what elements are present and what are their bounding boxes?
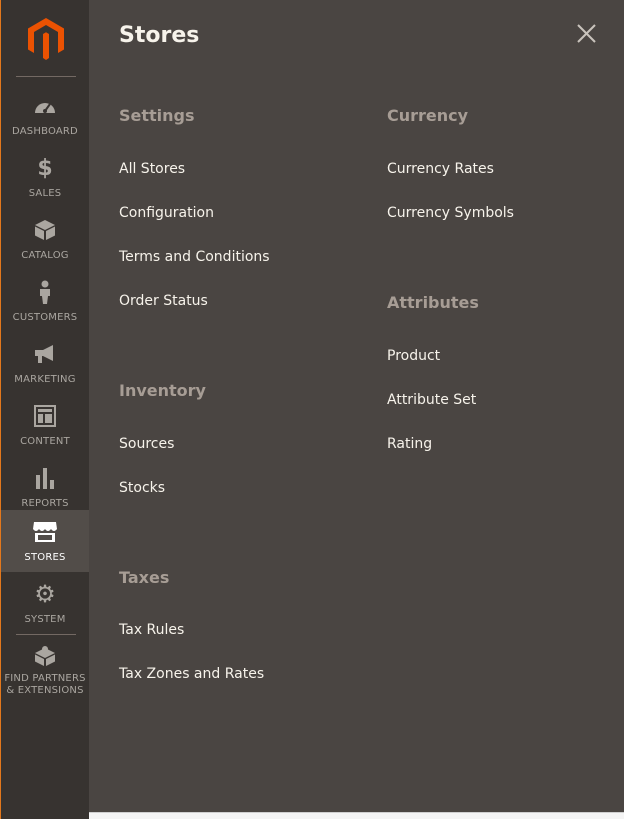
link-attribute-set[interactable]: Attribute Set: [387, 391, 476, 409]
person-icon: [1, 280, 89, 304]
megaphone-icon: [1, 342, 89, 366]
nav-item-system[interactable]: ⚙ SYSTEM: [1, 572, 89, 634]
section-title-settings: Settings: [119, 106, 195, 125]
nav-item-marketing[interactable]: MARKETING: [1, 332, 89, 394]
panel-title: Stores: [119, 23, 200, 48]
stores-menu-panel: Stores Settings All Stores Configuration…: [89, 0, 624, 812]
nav-item-content[interactable]: CONTENT: [1, 394, 89, 456]
nav-label-find-partners-line2: & EXTENSIONS: [6, 685, 84, 696]
section-title-attributes: Attributes: [387, 293, 479, 312]
link-tax-zones-and-rates[interactable]: Tax Zones and Rates: [119, 665, 264, 683]
nav-item-customers[interactable]: CUSTOMERS: [1, 270, 89, 332]
nav-label-find-partners: FIND PARTNERS & EXTENSIONS: [1, 673, 89, 697]
nav-label-stores: STORES: [24, 552, 66, 563]
box-icon: [1, 218, 89, 242]
admin-sidebar: DASHBOARD $ SALES CATALOG CUSTOMERS MARK…: [0, 0, 89, 819]
bar-chart-icon: [1, 466, 89, 490]
nav-item-find-partners[interactable]: FIND PARTNERS & EXTENSIONS: [1, 636, 89, 698]
close-button[interactable]: [575, 22, 599, 46]
dollar-icon: $: [37, 155, 53, 181]
nav-item-sales[interactable]: $ SALES: [1, 146, 89, 208]
link-terms-and-conditions[interactable]: Terms and Conditions: [119, 248, 270, 266]
link-stocks[interactable]: Stocks: [119, 479, 165, 497]
section-title-inventory: Inventory: [119, 381, 206, 400]
link-sources[interactable]: Sources: [119, 435, 174, 453]
puzzle-cube-icon: [1, 644, 89, 668]
nav-label-marketing: MARKETING: [14, 374, 76, 385]
link-rating[interactable]: Rating: [387, 435, 432, 453]
storefront-icon: [1, 520, 89, 544]
nav-item-stores[interactable]: STORES: [1, 510, 89, 572]
layout-icon: [1, 404, 89, 428]
nav-item-reports[interactable]: REPORTS: [1, 456, 89, 518]
section-title-currency: Currency: [387, 106, 469, 125]
nav-label-reports: REPORTS: [21, 498, 69, 509]
link-currency-symbols[interactable]: Currency Symbols: [387, 204, 514, 222]
sidebar-divider: [16, 634, 76, 635]
link-currency-rates[interactable]: Currency Rates: [387, 160, 494, 178]
nav-label-dashboard: DASHBOARD: [12, 126, 78, 137]
nav-label-content: CONTENT: [20, 436, 70, 447]
nav-item-catalog[interactable]: CATALOG: [1, 208, 89, 270]
nav-label-catalog: CATALOG: [21, 250, 69, 261]
link-all-stores[interactable]: All Stores: [119, 160, 185, 178]
link-order-status[interactable]: Order Status: [119, 292, 208, 310]
section-title-taxes: Taxes: [119, 568, 170, 587]
magento-logo-icon[interactable]: [27, 18, 65, 60]
link-tax-rules[interactable]: Tax Rules: [119, 621, 184, 639]
dashboard-gauge-icon: [1, 94, 89, 118]
nav-item-dashboard[interactable]: DASHBOARD: [1, 84, 89, 146]
link-product[interactable]: Product: [387, 347, 440, 365]
gear-icon: ⚙: [34, 580, 56, 608]
page-content-edge: [89, 812, 624, 819]
nav-label-system: SYSTEM: [24, 614, 66, 625]
logo-divider: [16, 76, 76, 77]
nav-label-sales: SALES: [28, 188, 62, 199]
close-icon: [577, 24, 596, 43]
nav-label-find-partners-line1: FIND PARTNERS: [4, 673, 86, 684]
nav-label-customers: CUSTOMERS: [12, 312, 78, 323]
link-configuration[interactable]: Configuration: [119, 204, 214, 222]
